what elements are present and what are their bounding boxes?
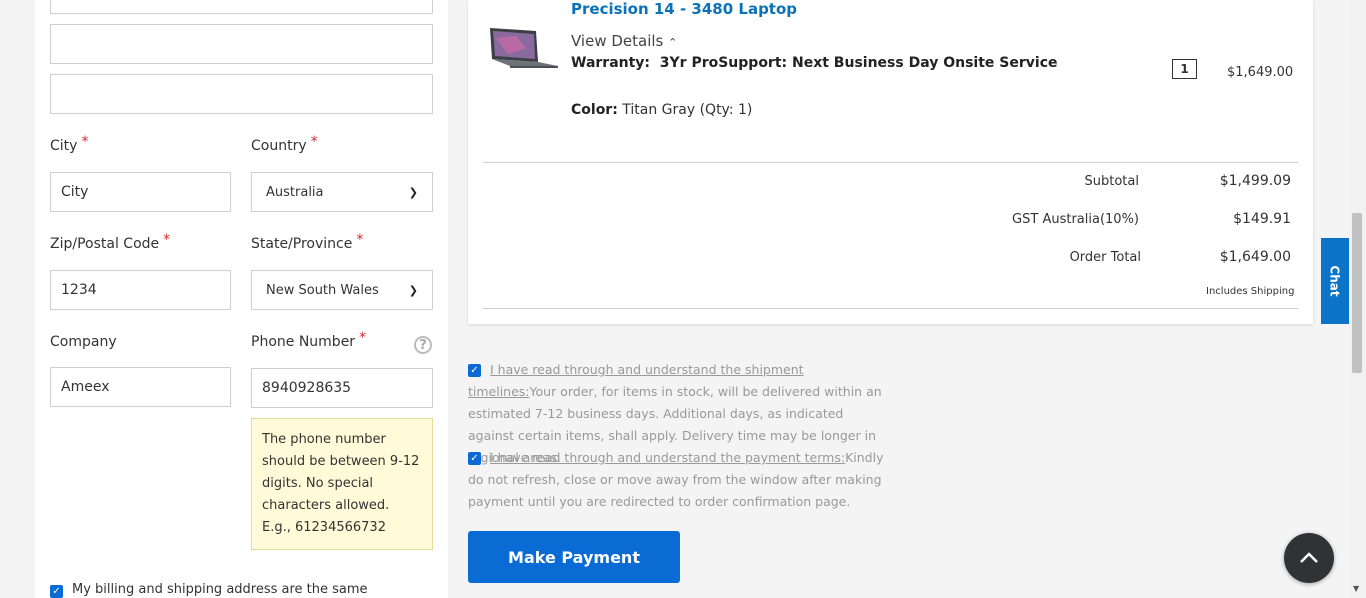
company-label: Company <box>50 334 117 350</box>
address-field-3[interactable] <box>50 74 433 114</box>
payment-terms-text: I have read through and understand the p… <box>468 450 884 509</box>
country-label: Country * <box>251 134 318 154</box>
scroll-down-arrow-icon[interactable]: ▼ <box>1353 584 1359 593</box>
phone-input[interactable]: 8940928635 <box>251 368 433 408</box>
state-label: State/Province * <box>251 232 364 252</box>
laptop-image <box>490 28 558 68</box>
gst-value: $149.91 <box>1233 211 1291 227</box>
city-input[interactable]: City <box>50 172 231 212</box>
divider <box>483 162 1298 163</box>
subtotal-label: Subtotal <box>1084 174 1139 189</box>
state-select[interactable]: New South Wales ❯ <box>251 270 433 310</box>
order-total-value: $1,649.00 <box>1219 249 1291 265</box>
zip-input[interactable]: 1234 <box>50 270 231 310</box>
subtotal-value: $1,499.09 <box>1219 173 1291 189</box>
color-line: Color: Titan Gray (Qty: 1) <box>571 102 753 118</box>
company-input[interactable]: Ameex <box>50 367 231 407</box>
chevron-up-icon: ⌃ <box>668 36 678 49</box>
city-label: City * <box>50 134 89 154</box>
country-select[interactable]: Australia ❯ <box>251 172 433 212</box>
address-field-1[interactable] <box>50 0 433 14</box>
help-icon[interactable]: ? <box>414 336 432 354</box>
country-select-value: Australia <box>266 184 324 200</box>
item-price: $1,649.00 <box>1227 65 1294 80</box>
product-title[interactable]: Precision 14 - 3480 Laptop <box>571 0 797 18</box>
phone-label: Phone Number * <box>251 330 367 350</box>
back-to-top-icon <box>1300 552 1318 563</box>
scrollbar-thumb[interactable] <box>1352 213 1362 373</box>
make-payment-button[interactable]: Make Payment <box>468 531 680 583</box>
state-select-value: New South Wales <box>266 282 379 298</box>
chat-button[interactable]: Chat <box>1321 238 1349 324</box>
same-address-checkbox[interactable]: ✓ <box>50 585 63 598</box>
same-address-label: My billing and shipping address are the … <box>72 582 368 597</box>
payment-terms-link[interactable]: I have read through and understand the p… <box>490 450 845 465</box>
divider <box>483 308 1298 309</box>
back-to-top-button[interactable] <box>1284 533 1334 583</box>
chevron-down-icon: ❯ <box>408 283 418 297</box>
phone-tooltip: The phone number should be between 9-12 … <box>251 418 433 550</box>
includes-shipping-note: Includes Shipping <box>1206 286 1295 297</box>
zip-label: Zip/Postal Code * <box>50 232 171 252</box>
view-details-toggle[interactable]: View Details ⌃ <box>571 32 677 50</box>
order-total-label: Order Total <box>1069 250 1141 265</box>
chevron-down-icon: ❯ <box>408 185 418 199</box>
address-field-2[interactable] <box>50 24 433 64</box>
warranty-line: Warranty: 3Yr ProSupport: Next Business … <box>571 55 1058 71</box>
gst-label: GST Australia(10%) <box>1012 212 1139 227</box>
chat-label: Chat <box>1328 265 1342 297</box>
quantity-box[interactable]: 1 <box>1172 59 1197 79</box>
